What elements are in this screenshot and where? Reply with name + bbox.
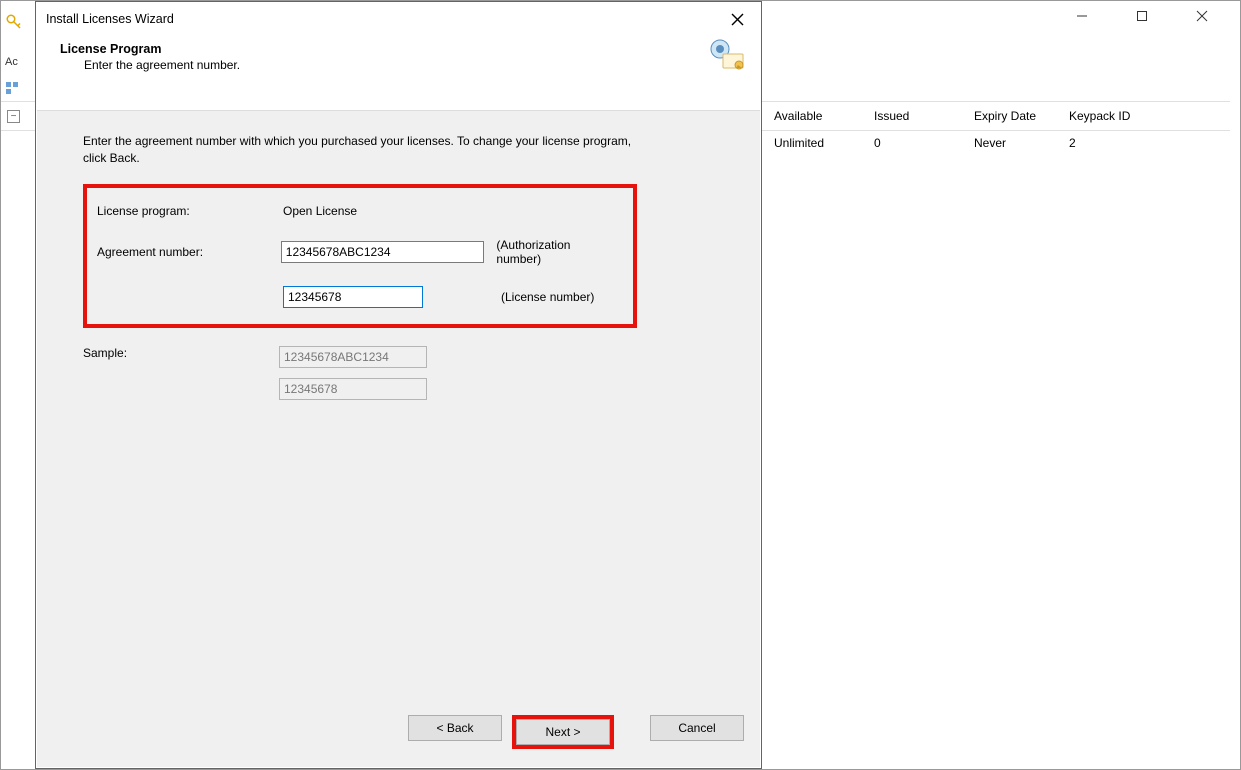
subheader-description: Enter the agreement number.	[60, 58, 751, 72]
next-button[interactable]: Next >	[516, 719, 610, 745]
sample-values: 12345678ABC1234 12345678	[279, 346, 427, 410]
agreement-number-label: Agreement number:	[97, 245, 281, 259]
col-header-issued[interactable]: Issued	[864, 105, 964, 127]
wizard-icon	[707, 38, 747, 72]
col-header-available[interactable]: Available	[764, 105, 864, 127]
instruction-text: Enter the agreement number with which yo…	[83, 133, 643, 168]
highlighted-input-region: License program: Open License Agreement …	[83, 184, 637, 328]
cell-keypack: 2	[1059, 134, 1154, 152]
dialog-close-button[interactable]	[723, 5, 751, 33]
minimize-button[interactable]	[1064, 4, 1100, 28]
dialog-title: Install Licenses Wizard	[46, 12, 723, 26]
install-licenses-wizard-dialog: Install Licenses Wizard License Program …	[35, 1, 762, 769]
license-program-value: Open License	[283, 204, 491, 218]
subheader-title: License Program	[60, 42, 751, 56]
authorization-number-hint: (Authorization number)	[496, 238, 617, 266]
cancel-button[interactable]: Cancel	[650, 715, 744, 741]
back-button[interactable]: < Back	[408, 715, 502, 741]
col-header-keypack[interactable]: Keypack ID	[1059, 105, 1154, 127]
parent-window-controls	[1064, 1, 1240, 31]
parent-close-button[interactable]	[1184, 4, 1220, 28]
dialog-subheader: License Program Enter the agreement numb…	[36, 36, 761, 86]
sample-label: Sample:	[83, 346, 279, 360]
dialog-footer: < Back Next > Cancel	[37, 703, 760, 767]
app-icon	[5, 13, 33, 33]
highlighted-next-wrapper: Next >	[512, 715, 614, 749]
license-program-label: License program:	[97, 204, 283, 218]
toolbar-icon-fragment	[5, 81, 33, 97]
maximize-button[interactable]	[1124, 4, 1160, 28]
sample-license: 12345678	[279, 378, 427, 400]
license-number-hint: (License number)	[501, 290, 594, 304]
authorization-number-input[interactable]	[281, 241, 485, 263]
footer-gap	[624, 715, 640, 749]
parent-window: Ac − Available Issued Expiry Date Keypac…	[0, 0, 1241, 770]
sample-authorization: 12345678ABC1234	[279, 346, 427, 368]
cell-available: Unlimited	[764, 134, 864, 152]
col-header-spacer	[1154, 112, 1230, 120]
cell-expiry: Never	[964, 134, 1059, 152]
license-number-input[interactable]	[283, 286, 423, 308]
cell-issued: 0	[864, 134, 964, 152]
dialog-titlebar: Install Licenses Wizard	[36, 2, 761, 36]
col-header-expiry[interactable]: Expiry Date	[964, 105, 1059, 127]
dialog-body: Enter the agreement number with which yo…	[37, 110, 760, 767]
partial-menu-text: Ac	[5, 56, 33, 72]
